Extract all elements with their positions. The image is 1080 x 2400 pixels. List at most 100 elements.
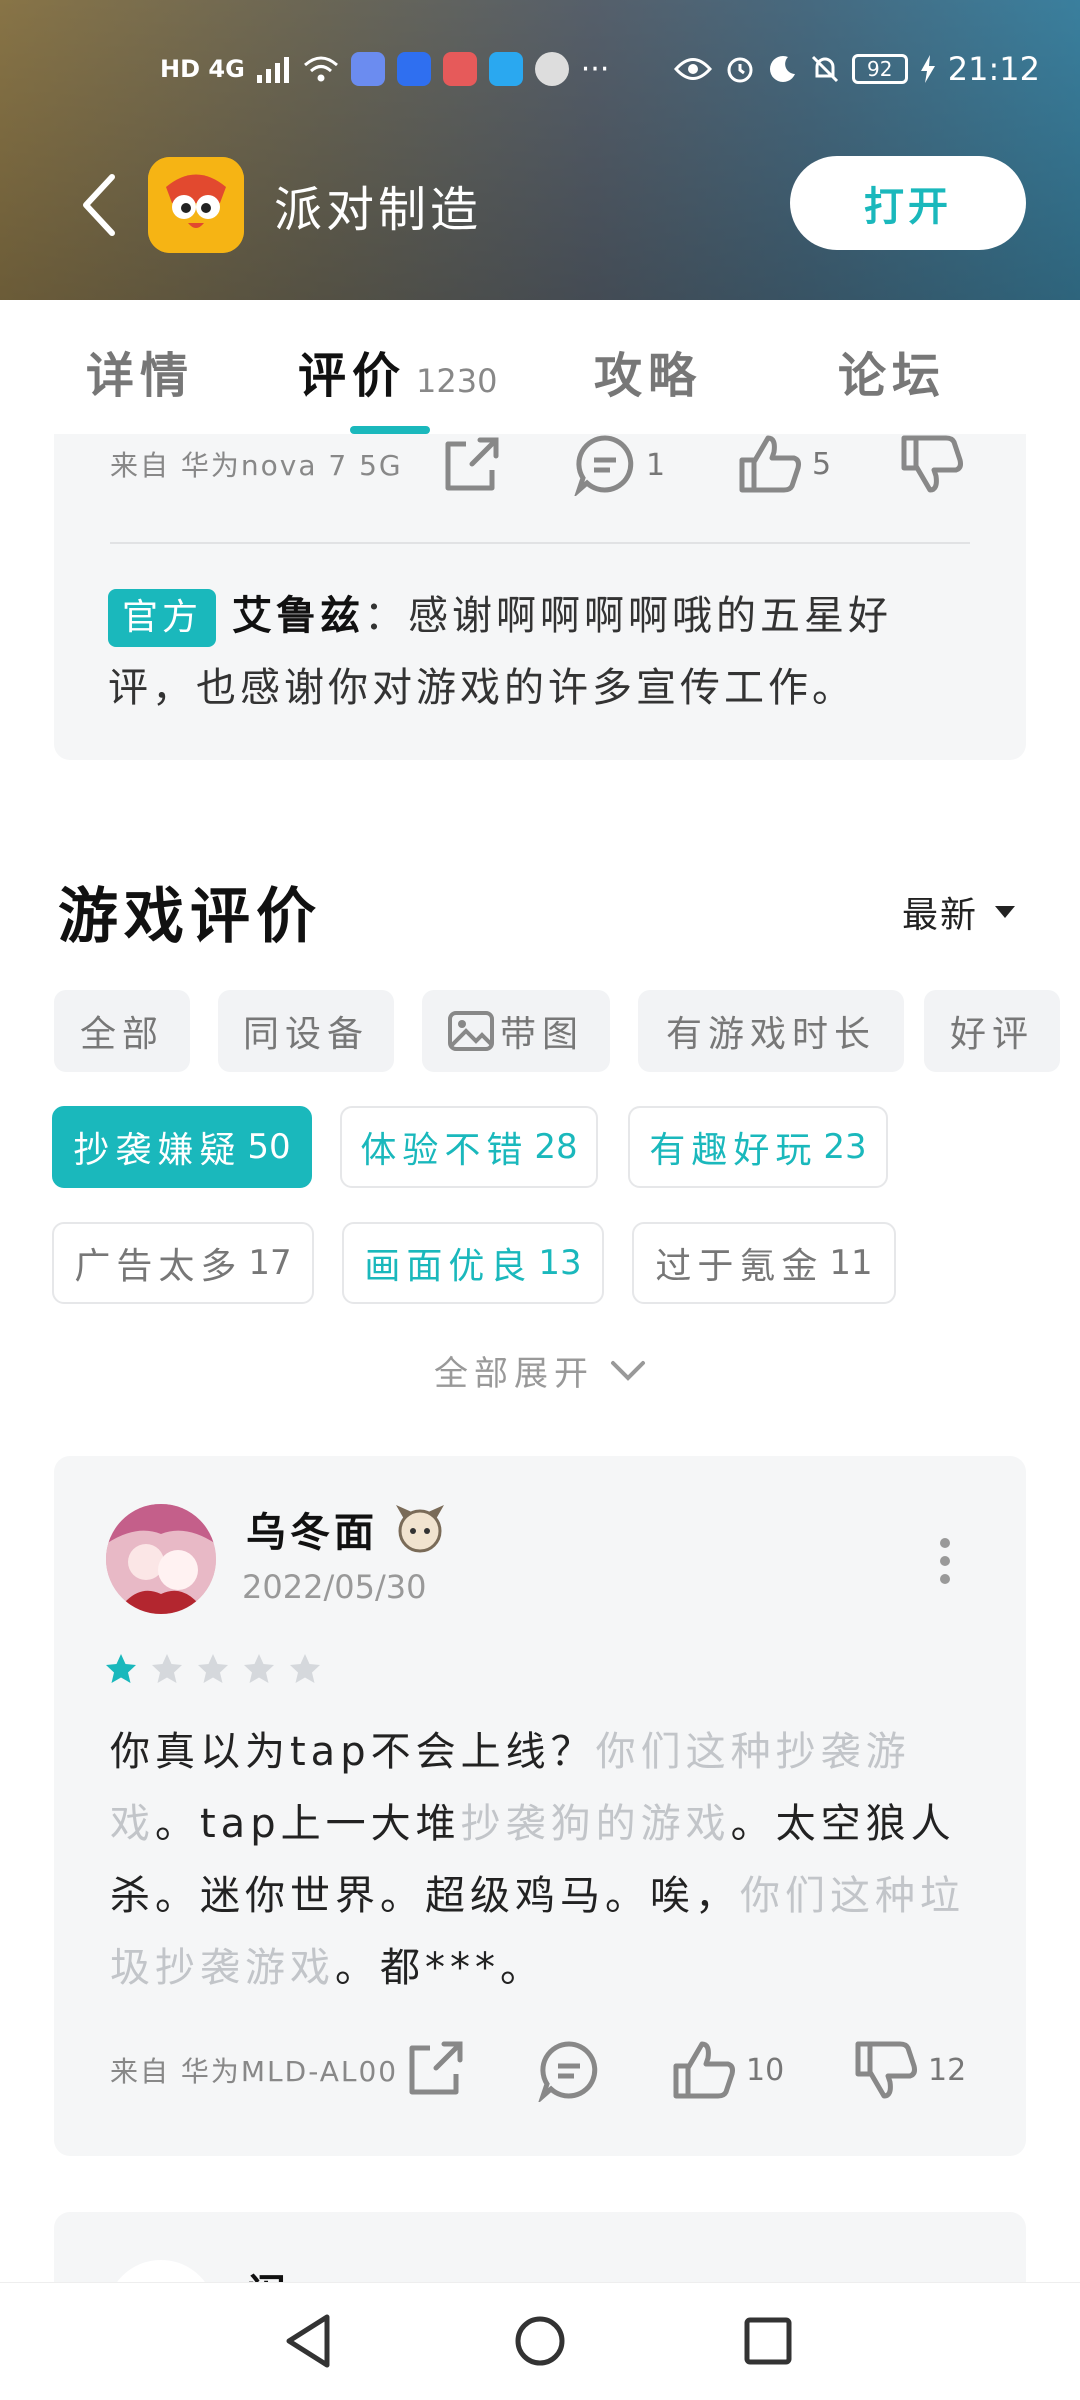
nav-back-button[interactable] [278,2311,338,2371]
tab-forum[interactable]: 论坛 [838,336,946,406]
star-empty-icon [290,1654,320,1683]
filter-label: 全部 [79,1014,164,1055]
comment-button[interactable] [538,2040,600,2102]
wifi-icon [303,55,339,83]
dislike-button[interactable] [900,434,964,494]
back-button[interactable] [50,155,150,255]
thumbs-down-icon [855,2041,917,2099]
comment-icon [574,435,634,496]
more-options-button[interactable] [940,1538,954,1584]
filter-label: 有游戏时长 [665,1014,876,1055]
game-icon[interactable] [148,157,244,253]
section-title: 游戏评价 [58,882,322,952]
app-title: 派对制造 [274,182,483,238]
image-icon [447,1011,494,1051]
review-card: 乌冬面 2022/05/30 你真以为tap不会上线？你们这种抄袭游戏。tap上… [54,1456,1026,2156]
tag-count: 23 [823,1127,867,1167]
thumbs-down-icon [901,435,963,493]
review-count: 1230 [416,362,498,400]
like-count: 10 [746,2052,785,2088]
music-app-icon [350,52,385,86]
circle-home-icon [515,2316,565,2366]
like-button[interactable]: 5 [738,434,831,494]
tag-count: 28 [534,1127,578,1167]
tab-label: 评价 [298,348,407,404]
filter-play-time[interactable]: 有游戏时长 [638,990,904,1072]
tag-plagiarism[interactable]: 抄袭嫌疑 50 [52,1106,312,1188]
official-badge: 官方 [108,589,217,647]
filter-positive[interactable]: 好评 [924,990,1060,1072]
review-text-part: 。都***。 [335,1945,545,1991]
alarm-icon [724,53,756,85]
tag-good-graphics[interactable]: 画面优良 13 [342,1222,604,1304]
tag-label: 广告太多 [74,1246,243,1287]
tab-bar: 详情 评价 1230 攻略 论坛 [0,300,1080,434]
battery-icon: 92 [851,54,908,84]
star-empty-icon [244,1654,274,1683]
review-text-part: 你真以为tap不会上线？ [110,1729,596,1775]
book-app-icon [442,52,477,86]
developer-name: 艾鲁兹 [232,593,365,639]
device-label: 来自 华为MLD-AL00 [110,2055,399,2088]
back-arrow-icon [83,174,115,236]
filter-with-images[interactable]: 带图 [422,990,610,1072]
clock: 21:12 [947,50,1040,88]
device-label: 来自 华为nova 7 5G [110,449,403,482]
square-recents-icon [744,2317,792,2365]
tab-label: 详情 [86,348,195,404]
tab-guides[interactable]: 攻略 [594,336,702,406]
tag-label: 有趣好玩 [649,1130,818,1171]
tag-count: 11 [829,1243,873,1283]
tag-fun[interactable]: 有趣好玩 23 [628,1106,888,1188]
tag-too-many-ads[interactable]: 广告太多 17 [52,1222,314,1304]
eye-icon [673,56,712,82]
divider [110,542,970,544]
nav-home-button[interactable] [510,2311,570,2371]
top-bar: 派对制造 打开 [0,150,1080,260]
share-button[interactable] [440,436,502,496]
reviewer-name[interactable]: 乌冬面 [246,1500,448,1558]
filter-label: 同设备 [242,1014,369,1055]
tab-reviews[interactable]: 评价 1230 [298,336,497,406]
caret-down-icon [995,906,1015,918]
open-button[interactable]: 打开 [790,156,1026,250]
tag-pay-to-win[interactable]: 过于氪金 11 [632,1222,896,1304]
tab-label: 论坛 [838,348,947,404]
nav-recents-button[interactable] [738,2311,798,2371]
tag-count: 13 [538,1243,582,1283]
expand-label: 全部展开 [434,1354,594,1394]
filter-label: 带图 [499,1014,584,1055]
review-card-previous: 来自 华为nova 7 5G 1 5 官方 艾鲁兹：感谢啊啊啊啊哦的五星好评，也感… [54,434,1026,760]
dislike-button[interactable]: 12 [854,2040,966,2100]
review-text-part: 抄袭狗的游戏 [460,1801,731,1847]
avatar[interactable] [106,1504,216,1614]
app-header: HD 4G ··· 92 21:12 派对制造 打开 [0,0,1080,300]
filter-same-device[interactable]: 同设备 [218,990,394,1072]
triangle-back-icon [286,2314,330,2368]
sort-label: 最新 [901,895,978,936]
tag-good-experience[interactable]: 体验不错 28 [340,1106,598,1188]
charging-icon [920,55,936,83]
system-nav-bar [0,2282,1080,2400]
tag-label: 抄袭嫌疑 [73,1130,242,1171]
tag-count: 50 [247,1127,291,1167]
tag-label: 画面优良 [364,1246,533,1287]
share-button[interactable] [404,2040,466,2100]
review-date: 2022/05/30 [242,1568,427,1606]
network-icon: HD 4G [160,55,245,83]
filter-label: 好评 [949,1014,1034,1055]
tab-details[interactable]: 详情 [86,336,194,406]
sort-dropdown[interactable]: 最新 [902,886,1016,938]
comment-button[interactable]: 1 [574,434,665,496]
developer-reply-text: ：感谢啊啊啊啊哦的五星好评，也感谢你对游戏的许多宣传工作。 [108,593,893,711]
dot [940,1574,950,1584]
tag-label: 过于氪金 [655,1246,824,1287]
expand-all-button[interactable]: 全部展开 [0,1346,1080,1395]
search-app-icon [488,52,523,86]
like-button[interactable]: 10 [672,2040,784,2100]
review-text-part: 。tap上一大堆 [155,1801,461,1847]
user-badge-icon [396,1505,444,1553]
star-filled-icon [106,1654,136,1683]
filter-all[interactable]: 全部 [54,990,190,1072]
moon-icon [768,54,798,84]
